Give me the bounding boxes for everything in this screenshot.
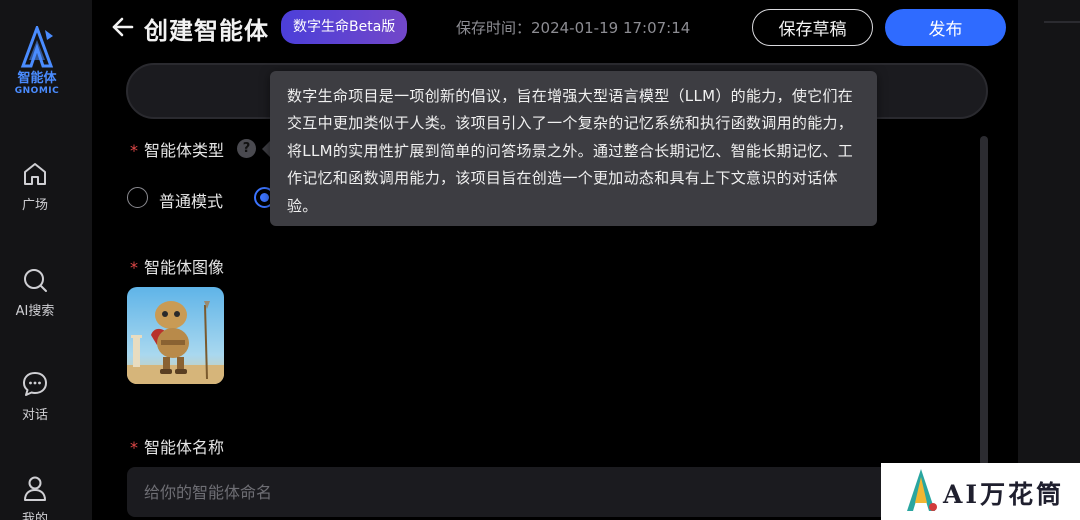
brand-logo-icon (20, 26, 54, 68)
agent-name-input[interactable] (127, 467, 989, 517)
agent-type-label: * 智能体类型 (130, 137, 224, 161)
nav-item-mine[interactable]: 我的 (0, 474, 70, 520)
nav-label-chat: 对话 (21, 408, 48, 423)
robot-knight-avatar (127, 287, 224, 384)
required-mark: * (130, 258, 138, 277)
help-question-icon[interactable]: ? (237, 139, 256, 158)
watermark-text: AI万花筒 (943, 480, 1065, 509)
right-panel-edge (1018, 0, 1080, 520)
tooltip-arrow (262, 141, 270, 157)
required-mark: * (130, 438, 138, 457)
nav-label-plaza: 广场 (21, 198, 48, 213)
agent-name-label-text: 智能体名称 (144, 438, 225, 457)
save-time-text: 保存时间：2024-01-19 17:07:14 (456, 19, 691, 37)
agent-type-label-text: 智能体类型 (144, 141, 225, 160)
agent-image-label: * 智能体图像 (130, 254, 224, 278)
required-mark: * (130, 141, 138, 160)
digital-life-tooltip: 数字生命项目是一项创新的倡议，旨在增强大型语言模型（LLM）的能力，使它们在交互… (270, 71, 877, 226)
nav-item-chat[interactable]: 对话 (0, 370, 70, 423)
brand-name-cn: 智能体 (17, 71, 57, 86)
brand-logo[interactable]: 智能体 GNOMIC (6, 26, 68, 96)
left-sidebar: 智能体 GNOMIC 广场 AI搜索 对话 我的 (0, 0, 92, 520)
radio-label-normal-mode: 普通模式 (159, 192, 224, 211)
search-icon (24, 269, 47, 292)
chat-icon (23, 372, 47, 396)
watermark: AI万花筒 (881, 463, 1080, 520)
user-icon (24, 476, 46, 501)
agent-avatar-image[interactable] (127, 287, 224, 384)
nav-label-mine: 我的 (21, 512, 48, 520)
form-scrollbar[interactable] (980, 136, 988, 466)
nav-label-ai-search: AI搜索 (15, 304, 55, 319)
divider (1044, 21, 1080, 23)
agent-image-label-text: 智能体图像 (144, 258, 225, 277)
publish-button[interactable]: 发布 (885, 9, 1006, 46)
beta-badge: 数字生命Beta版 (281, 10, 408, 44)
agent-name-label: * 智能体名称 (130, 434, 224, 458)
page-title: 创建智能体 (144, 17, 269, 45)
home-icon (24, 163, 46, 185)
brand-name-en: GNOMIC (14, 86, 60, 96)
nav-item-ai-search[interactable]: AI搜索 (0, 266, 70, 319)
back-arrow-icon[interactable] (110, 14, 136, 40)
radio-normal-mode[interactable] (127, 187, 148, 208)
nav-item-plaza[interactable]: 广场 (0, 160, 70, 213)
save-draft-button[interactable]: 保存草稿 (752, 9, 873, 46)
